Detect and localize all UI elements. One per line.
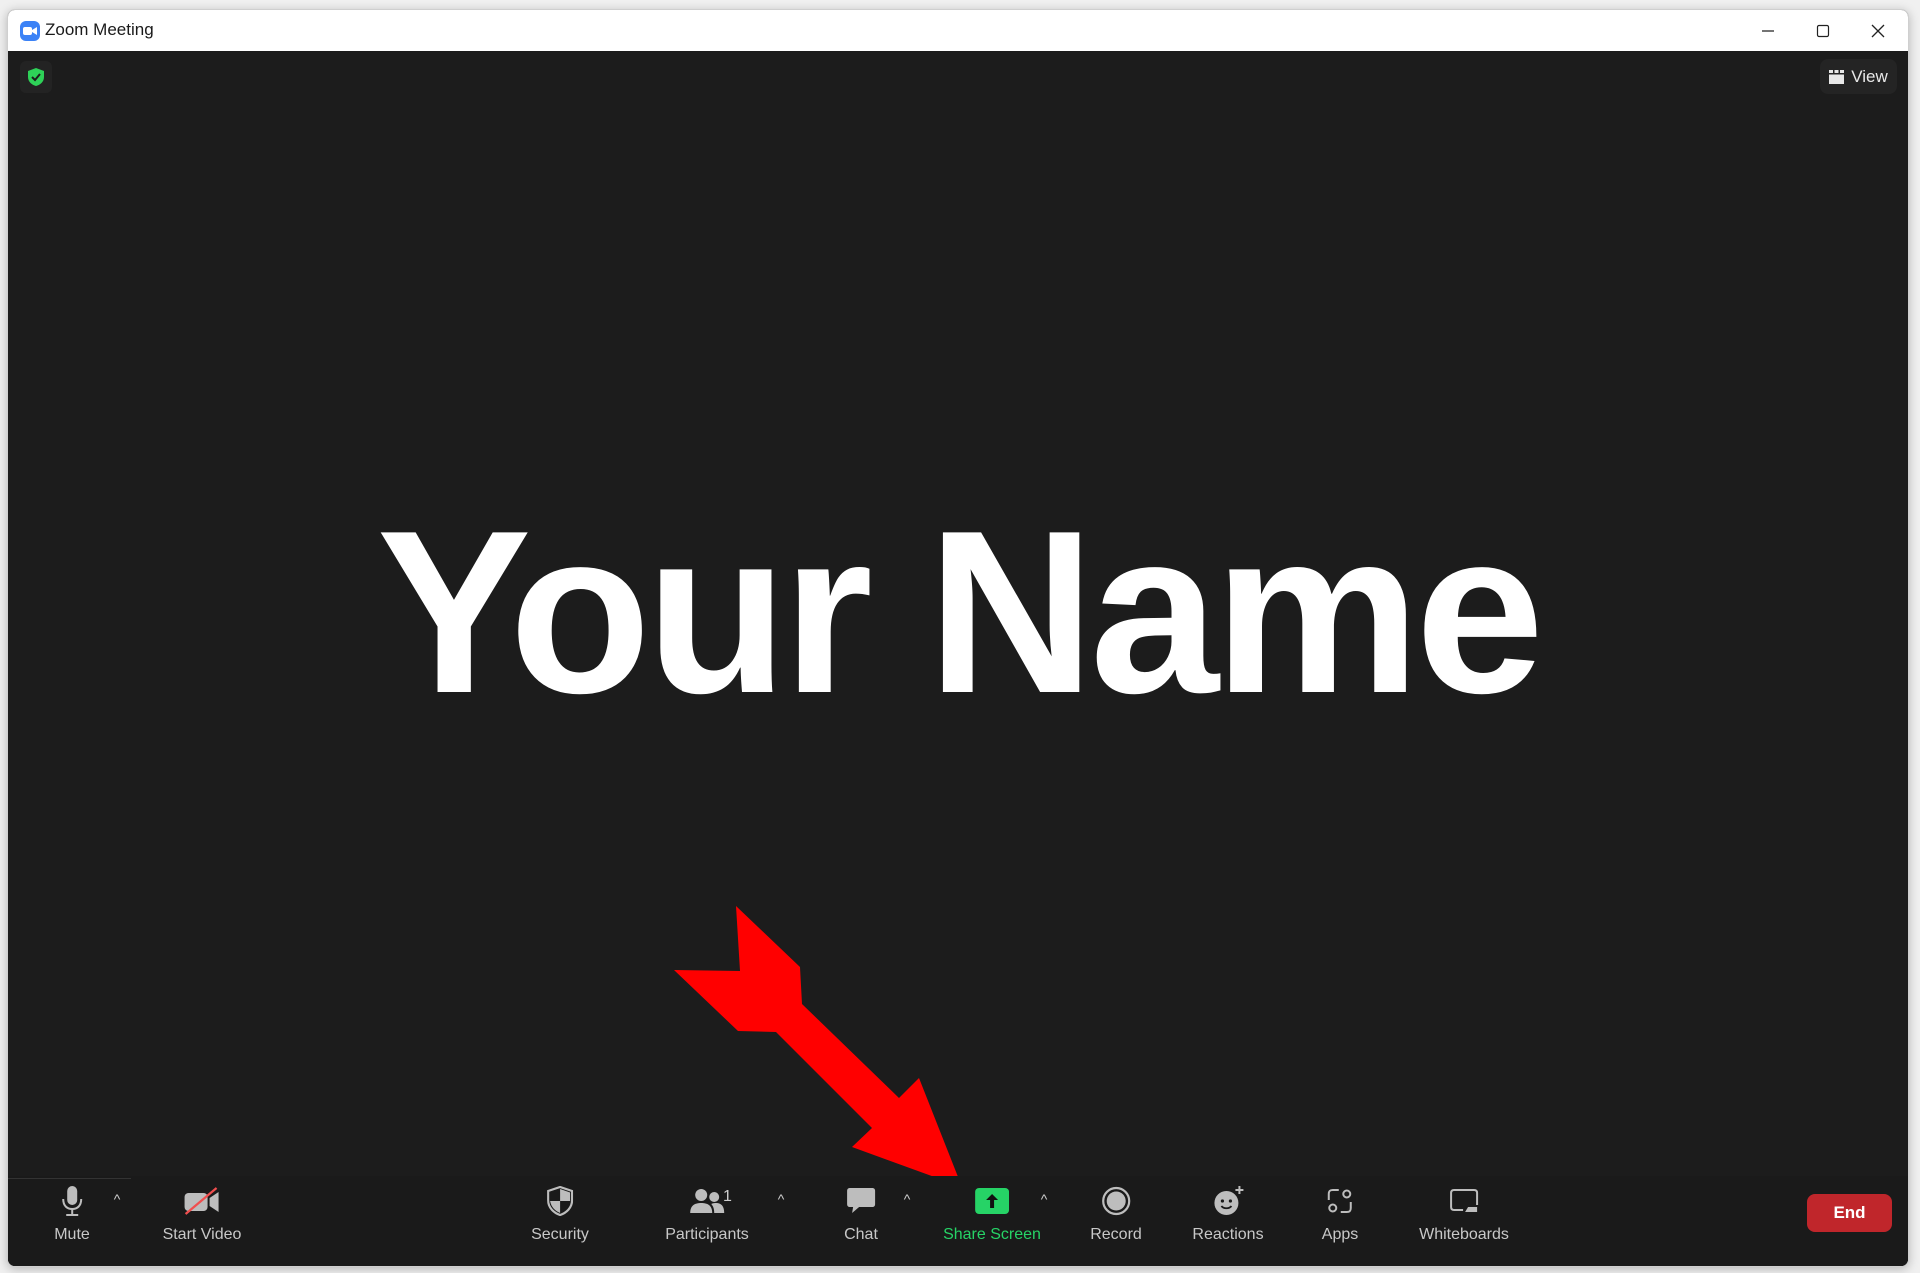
- security-button[interactable]: Security: [531, 1182, 589, 1262]
- start-video-label: Start Video: [162, 1226, 242, 1243]
- mute-label: Mute: [54, 1226, 90, 1243]
- participants-icon: [690, 1189, 724, 1213]
- participant-count: 1: [723, 1188, 732, 1205]
- share-options-caret[interactable]: ^: [1035, 1190, 1053, 1208]
- record-button[interactable]: Record: [1090, 1182, 1142, 1262]
- microphone-icon: [61, 1186, 82, 1216]
- toolbar-divider: [8, 1178, 131, 1179]
- share-screen-icon: [975, 1188, 1009, 1214]
- share-screen-label: Share Screen: [943, 1226, 1041, 1243]
- red-arrow-shape: [674, 906, 962, 1187]
- participants-options-caret[interactable]: ^: [772, 1190, 790, 1208]
- whiteboard-icon: [1449, 1189, 1478, 1212]
- apps-icon: [1328, 1189, 1352, 1213]
- audio-options-caret[interactable]: ^: [108, 1190, 126, 1208]
- reactions-button[interactable]: Reactions: [1192, 1182, 1264, 1262]
- whiteboards-button[interactable]: Whiteboards: [1419, 1182, 1509, 1262]
- chat-options-caret[interactable]: ^: [898, 1190, 916, 1208]
- record-label: Record: [1090, 1226, 1142, 1243]
- mute-button[interactable]: Mute: [54, 1182, 90, 1262]
- video-off-icon: [185, 1187, 219, 1215]
- zoom-window: Zoom Meeting View Your Name Mute ^ Start…: [7, 9, 1909, 1267]
- participants-button[interactable]: 1 Participants: [665, 1182, 749, 1262]
- apps-button[interactable]: Apps: [1322, 1182, 1358, 1262]
- apps-label: Apps: [1321, 1226, 1359, 1243]
- chat-button[interactable]: Chat: [844, 1182, 878, 1262]
- chat-icon: [846, 1188, 875, 1213]
- annotation-arrow: [674, 906, 962, 1187]
- record-icon: [1101, 1186, 1131, 1216]
- security-shield-icon: [546, 1186, 573, 1216]
- end-meeting-button[interactable]: End: [1807, 1194, 1892, 1232]
- reactions-icon: [1214, 1186, 1243, 1215]
- start-video-button[interactable]: Start Video: [162, 1182, 242, 1262]
- share-screen-button[interactable]: Share Screen: [943, 1182, 1041, 1262]
- security-label: Security: [531, 1226, 589, 1243]
- chat-label: Chat: [844, 1226, 878, 1243]
- meeting-toolbar: Mute ^ Start Video Security 1 Participan…: [8, 1176, 1908, 1266]
- whiteboards-label: Whiteboards: [1419, 1226, 1509, 1243]
- reactions-label: Reactions: [1192, 1226, 1264, 1243]
- participants-label: Participants: [665, 1226, 749, 1243]
